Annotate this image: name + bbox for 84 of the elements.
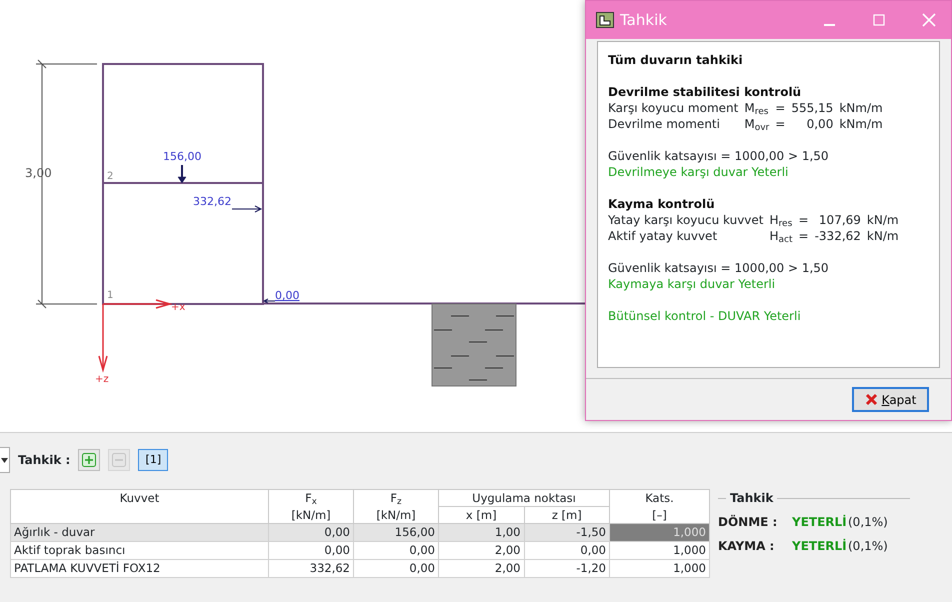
unit-text: kN/m: [866, 228, 899, 244]
result-text: Bütünsel kontrol - DUVAR Yeterli: [608, 308, 801, 324]
check-label: DÖNME :: [718, 514, 778, 531]
close-icon: [922, 13, 936, 27]
table-cell: 1,000: [610, 560, 710, 578]
unit-text: kN/m: [866, 212, 899, 228]
table-cell: 2,00: [438, 542, 524, 560]
index-tab[interactable]: [1]: [138, 449, 168, 471]
status-text: YETERLİ: [792, 538, 848, 555]
table-cell: 1,00: [438, 524, 524, 542]
result-text: Kaymaya karşı duvar Yeterli: [608, 276, 776, 292]
row-label: Karşı koyucu moment: [608, 100, 738, 116]
app-icon: [596, 12, 614, 28]
column-header: F$_{z}$: [354, 490, 438, 506]
node-label: 1: [107, 290, 114, 301]
table-cell: 0,00: [524, 542, 610, 560]
x-axis-arrow: [103, 299, 173, 309]
group-title: Tahkik: [730, 490, 774, 507]
column-header: Kats.: [610, 490, 710, 506]
unit-text: kNm/m: [839, 116, 883, 132]
z-axis-arrow: [98, 304, 108, 373]
row-label: Yatay karşı koyucu kuvvet: [608, 212, 764, 228]
load-label: 332,62: [193, 195, 232, 208]
table-cell: Ağırlık - duvar: [10, 524, 268, 542]
table-cell: 0,00: [354, 560, 438, 578]
symbol-text: M$_{ovr}$: [744, 116, 770, 132]
close-dialog-button[interactable]: Kapat: [852, 387, 929, 412]
load-arrow: [232, 206, 262, 212]
equals-sign: =: [775, 116, 786, 132]
value-text: 555,15: [791, 100, 834, 116]
equals-sign: =: [798, 228, 809, 244]
equals-sign: =: [775, 100, 786, 116]
load-arrow: [178, 165, 186, 184]
axis-label: +z: [95, 374, 109, 385]
window-title: Tahkik: [620, 10, 668, 31]
close-icon: [864, 393, 878, 406]
symbol-text: H$_{act}$: [770, 228, 793, 244]
add-button[interactable]: [78, 449, 100, 471]
load-arrow: [262, 298, 276, 304]
plus-icon: [82, 453, 96, 467]
minimize-icon: [824, 24, 834, 26]
table-cell: -1,20: [524, 560, 610, 578]
load-label: 0,00: [275, 289, 300, 302]
percent-text: (0,1%): [848, 514, 889, 531]
status-text: YETERLİ: [792, 514, 848, 531]
row-label: Devrilme momenti: [608, 116, 721, 132]
minus-icon: [112, 453, 126, 467]
safety-factor-text: Güvenlik katsayısı = 1000,00 > 1,50: [608, 260, 829, 276]
percent-text: (0,1%): [848, 538, 889, 555]
table-cell: 1,000: [610, 524, 710, 542]
row-label: Aktif yatay kuvvet: [608, 228, 718, 244]
table-cell: 2,00: [438, 560, 524, 578]
table-cell: 0,00: [354, 542, 438, 560]
dropdown-button[interactable]: [0, 447, 10, 473]
safety-factor-text: Güvenlik katsayısı = 1000,00 > 1,50: [608, 148, 829, 164]
value-text: 107,69: [818, 212, 861, 228]
column-header: Kuvvet: [10, 490, 268, 506]
table-cell: 156,00: [354, 524, 438, 542]
axis-label: +x: [171, 302, 186, 313]
symbol-text: M$_{res}$: [744, 100, 770, 116]
table-cell: PATLAMA KUVVETİ FOX12: [10, 560, 268, 578]
table-cell: 0,00: [268, 524, 354, 542]
table-cell: 0,00: [268, 542, 354, 560]
table-cell: 332,62: [268, 560, 354, 578]
section-heading: Kayma kontrolü: [608, 196, 716, 212]
value-text: -332,62: [814, 228, 861, 244]
result-text: Devrilmeye karşı duvar Yeterli: [608, 164, 790, 180]
column-header: Uygulama noktası: [438, 490, 610, 506]
report-title: Tüm duvarın tahkiki: [608, 52, 743, 68]
caret-icon: [1, 458, 8, 462]
maximize-icon: [873, 14, 885, 26]
table-cell: Aktif toprak basıncı: [10, 542, 268, 560]
section-heading: Devrilme stabilitesi kontrolü: [608, 84, 802, 100]
unit-text: kNm/m: [839, 100, 883, 116]
table-cell: 1,000: [610, 542, 710, 560]
toolbar-label: Tahkik :: [18, 452, 70, 469]
check-label: KAYMA :: [718, 538, 776, 555]
node-label: 2: [107, 171, 114, 182]
load-label: 156,00: [163, 150, 202, 163]
symbol-text: H$_{res}$: [770, 212, 793, 228]
value-text: 0,00: [806, 116, 834, 132]
equals-sign: =: [798, 212, 809, 228]
column-header: F$_{x}$: [268, 490, 354, 506]
table-cell: -1,50: [524, 524, 610, 542]
